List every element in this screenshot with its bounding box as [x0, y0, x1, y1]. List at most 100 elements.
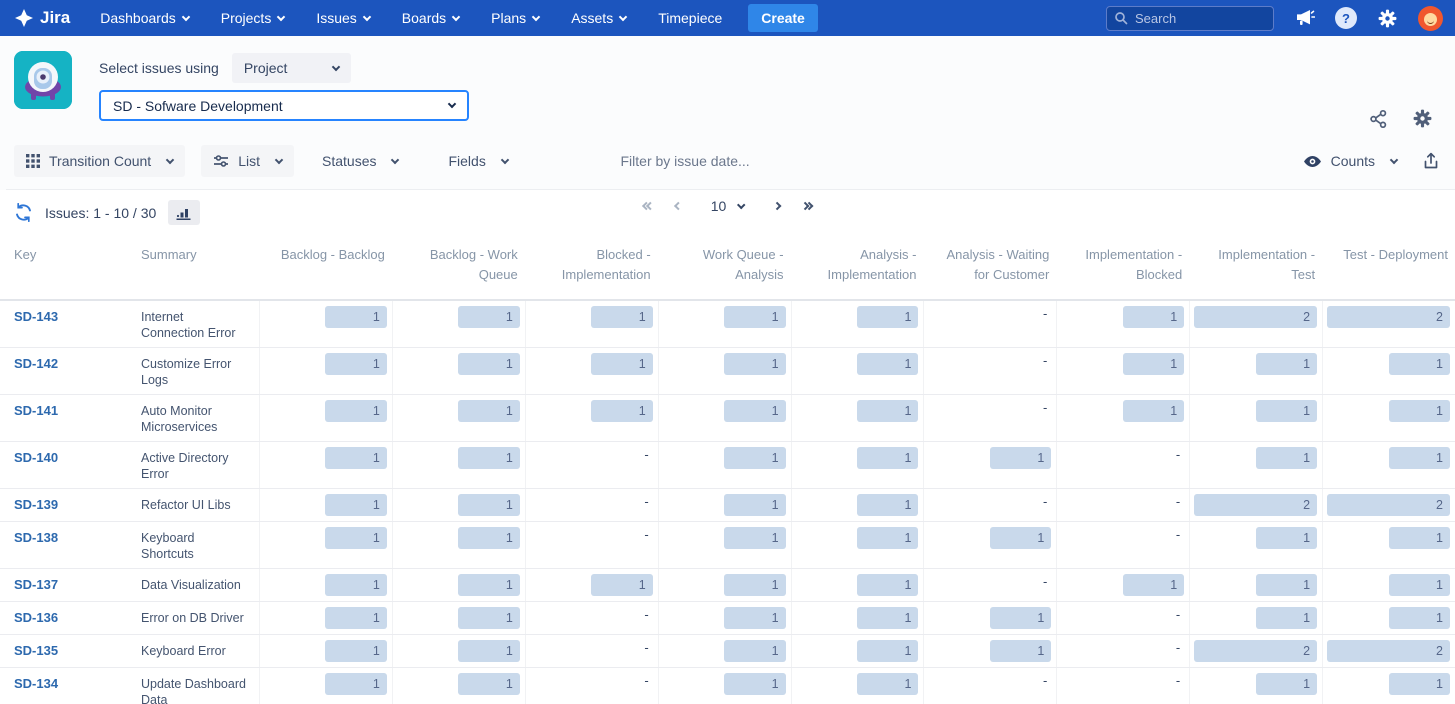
issue-key-link[interactable]: SD-136 [14, 610, 58, 625]
column-header-summary[interactable]: Summary [141, 243, 259, 285]
column-header[interactable]: Analysis - Waiting for Customer [923, 243, 1056, 285]
column-header[interactable]: Backlog - Backlog [259, 243, 392, 285]
nav-assets[interactable]: Assets [571, 10, 626, 26]
issue-date-filter-input[interactable] [621, 153, 841, 169]
column-header[interactable]: Test - Deployment [1322, 243, 1455, 285]
create-button[interactable]: Create [748, 4, 818, 32]
next-page-button[interactable] [774, 203, 780, 209]
empty-count-marker: - [1176, 527, 1184, 542]
nav-timepiece[interactable]: Timepiece [658, 10, 722, 26]
count-bar: 2 [1327, 306, 1450, 328]
issue-key-link[interactable]: SD-139 [14, 497, 58, 512]
count-cell: 1 [259, 301, 392, 347]
count-cell: 1 [658, 489, 791, 521]
count-cell: 1 [658, 668, 791, 704]
chevron-down-icon [275, 155, 283, 163]
count-cell: 1 [1189, 569, 1322, 601]
count-bar: 2 [1194, 306, 1317, 328]
count-bar: 1 [325, 527, 386, 549]
nav-dashboards[interactable]: Dashboards [100, 10, 189, 26]
global-search [1106, 6, 1274, 31]
issue-key-link[interactable]: SD-142 [14, 356, 58, 371]
first-page-button[interactable] [643, 203, 653, 209]
column-header[interactable]: Analysis - Implementation [791, 243, 924, 285]
layout-select[interactable]: List [201, 145, 294, 177]
issue-key-link[interactable]: SD-138 [14, 530, 58, 545]
count-cell: - [1056, 602, 1189, 634]
issue-source-mode-select[interactable]: Project [232, 53, 351, 83]
count-cell: 1 [658, 442, 791, 488]
count-bar: 1 [591, 306, 652, 328]
issue-key-cell: SD-137 [0, 569, 141, 601]
search-input[interactable] [1106, 6, 1274, 31]
column-header[interactable]: Work Queue - Analysis [658, 243, 791, 285]
count-cell: 1 [658, 522, 791, 568]
count-bar: 1 [724, 527, 785, 549]
gadget-settings-icon[interactable] [1412, 108, 1433, 129]
project-select[interactable]: SD - Sofware Development [99, 90, 469, 121]
empty-count-marker: - [644, 673, 652, 688]
count-cell: 2 [1322, 489, 1455, 521]
app-logo [14, 51, 72, 109]
count-bar: 1 [724, 640, 785, 662]
count-bar: 1 [857, 640, 918, 662]
issue-key-link[interactable]: SD-143 [14, 309, 58, 324]
count-cell: 1 [392, 348, 525, 394]
statuses-select[interactable]: Statuses [310, 145, 410, 177]
page-size-select[interactable]: 10 [711, 198, 745, 214]
fields-select[interactable]: Fields [436, 145, 519, 177]
column-header[interactable]: Backlog - Work Queue [392, 243, 525, 285]
empty-count-marker: - [1043, 400, 1051, 415]
nav-projects[interactable]: Projects [221, 10, 285, 26]
issue-summary: Data Visualization [141, 569, 259, 601]
announcements-icon[interactable] [1294, 8, 1315, 28]
chevron-down-icon [532, 12, 540, 20]
count-cell: 2 [1189, 489, 1322, 521]
user-avatar[interactable] [1418, 6, 1443, 31]
table-row: SD-137 Data Visualization 11111-111 [0, 569, 1455, 602]
count-cell: 2 [1189, 301, 1322, 347]
issue-key-link[interactable]: SD-140 [14, 450, 58, 465]
issue-key-link[interactable]: SD-137 [14, 577, 58, 592]
transition-count-table: Key Summary Backlog - Backlog Backlog - … [0, 233, 1455, 704]
last-page-button[interactable] [802, 203, 812, 209]
count-cell: 1 [259, 635, 392, 667]
help-icon[interactable]: ? [1335, 7, 1357, 29]
view-type-select[interactable]: Transition Count [14, 145, 185, 177]
refresh-icon[interactable] [14, 203, 33, 222]
counts-select[interactable]: Counts [1303, 145, 1397, 177]
nav-boards[interactable]: Boards [402, 10, 459, 26]
nav-plans[interactable]: Plans [491, 10, 539, 26]
count-bar: 1 [1256, 574, 1317, 596]
count-bar: 1 [591, 353, 652, 375]
count-bar: 1 [724, 400, 785, 422]
issue-key-link[interactable]: SD-135 [14, 643, 58, 658]
settings-gear-icon[interactable] [1377, 8, 1398, 29]
table-row: SD-142 Customize Error Logs 11111-111 [0, 348, 1455, 395]
count-cell: 1 [392, 522, 525, 568]
issue-summary: Customize Error Logs [141, 348, 259, 394]
count-cell: 1 [1189, 348, 1322, 394]
issue-key-link[interactable]: SD-141 [14, 403, 58, 418]
count-bar: 1 [325, 353, 386, 375]
table-row: SD-136 Error on DB Driver 11-111-11 [0, 602, 1455, 635]
column-header[interactable]: Implementation - Blocked [1056, 243, 1189, 285]
empty-count-marker: - [644, 447, 652, 462]
chart-view-button[interactable] [168, 200, 200, 225]
pagination: 10 [643, 198, 813, 214]
empty-count-marker: - [1043, 353, 1051, 368]
count-cell: 1 [1056, 395, 1189, 441]
eye-icon [1303, 153, 1322, 170]
column-header-key[interactable]: Key [0, 243, 141, 285]
share-icon[interactable] [1369, 108, 1388, 129]
jira-logo[interactable]: Jira [14, 8, 70, 28]
count-cell: - [923, 348, 1056, 394]
issue-key-link[interactable]: SD-134 [14, 676, 58, 691]
nav-issues[interactable]: Issues [316, 10, 369, 26]
column-header[interactable]: Implementation - Test [1189, 243, 1322, 285]
previous-page-button[interactable] [675, 203, 681, 209]
export-icon[interactable] [1423, 152, 1439, 170]
counts-value: Counts [1331, 153, 1375, 169]
column-header[interactable]: Blocked - Implementation [525, 243, 658, 285]
count-bar: 1 [990, 447, 1051, 469]
